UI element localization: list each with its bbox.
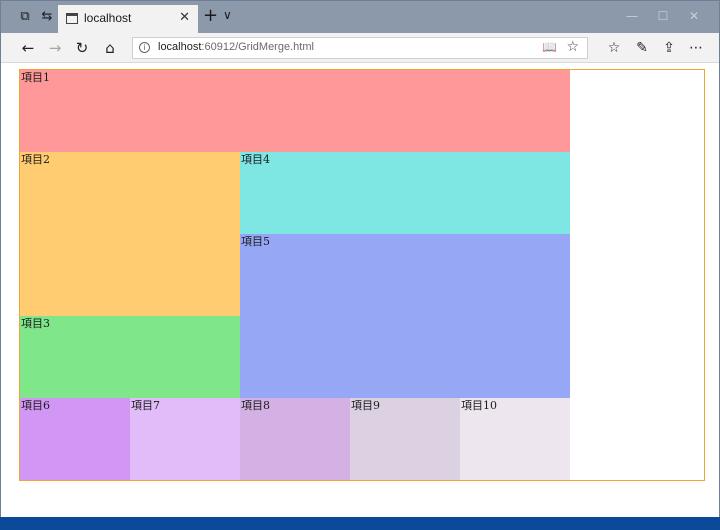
merged-grid: 項目1 項目2 項目3 項目4 項目5 項目6 項目7 項目8 項目9 項目10 (19, 69, 705, 481)
maximize-icon[interactable]: ☐ (656, 9, 670, 23)
refresh-icon[interactable]: ↻ (73, 39, 91, 57)
page-icon (66, 13, 78, 24)
grid-item-8: 項目8 (240, 398, 350, 480)
url-host: localhost (158, 41, 202, 53)
pen-icon[interactable]: ✎ (633, 39, 651, 57)
page-content: 項目1 項目2 項目3 項目4 項目5 項目6 項目7 項目8 項目9 項目10 (1, 64, 719, 517)
back-arrow-icon[interactable]: ← (19, 39, 37, 57)
more-icon[interactable]: ⋯ (687, 39, 705, 57)
close-tab-icon[interactable]: ✕ (179, 10, 190, 25)
reading-view-icon[interactable]: 📖 (542, 40, 557, 54)
new-tab-button[interactable]: + (203, 7, 218, 25)
home-icon[interactable]: ⌂ (101, 39, 119, 57)
navigation-bar: ← → ↻ ⌂ i localhost:60912/GridMerge.html… (1, 33, 719, 63)
grid-item-2: 項目2 (20, 152, 240, 316)
url-text[interactable]: localhost:60912/GridMerge.html (158, 41, 314, 53)
tab-localhost[interactable]: localhost ✕ (58, 5, 198, 33)
url-path: :60912/GridMerge.html (201, 41, 314, 53)
tab-preview-icon[interactable]: ∨ (223, 8, 232, 22)
title-bar: ⧉ ⇆ localhost ✕ + ∨ — ☐ ✕ (1, 1, 719, 33)
grid-item-7: 項目7 (130, 398, 240, 480)
close-window-icon[interactable]: ✕ (687, 9, 701, 23)
minimize-icon[interactable]: — (625, 9, 639, 23)
tabs-aside-icon[interactable]: ⧉ (17, 9, 33, 25)
browser-window: ⧉ ⇆ localhost ✕ + ∨ — ☐ ✕ ← → ↻ ⌂ i loca… (0, 0, 720, 517)
site-info-icon[interactable]: i (139, 42, 150, 53)
grid-item-6: 項目6 (20, 398, 130, 480)
favorite-star-icon[interactable]: ☆ (566, 39, 579, 55)
forward-arrow-icon[interactable]: → (46, 39, 64, 57)
grid-item-10: 項目10 (460, 398, 570, 480)
show-tabs-icon[interactable]: ⇆ (39, 9, 55, 25)
grid-item-5: 項目5 (240, 234, 570, 398)
tab-title: localhost (84, 11, 132, 25)
grid-item-1: 項目1 (20, 70, 570, 152)
address-bar[interactable]: i localhost:60912/GridMerge.html 📖 ☆ (132, 37, 588, 59)
favorites-list-icon[interactable]: ☆ (605, 39, 623, 57)
grid-item-3: 項目3 (20, 316, 240, 398)
grid-item-4: 項目4 (240, 152, 570, 234)
grid-item-9: 項目9 (350, 398, 460, 480)
share-icon[interactable]: ⇪ (660, 39, 678, 57)
